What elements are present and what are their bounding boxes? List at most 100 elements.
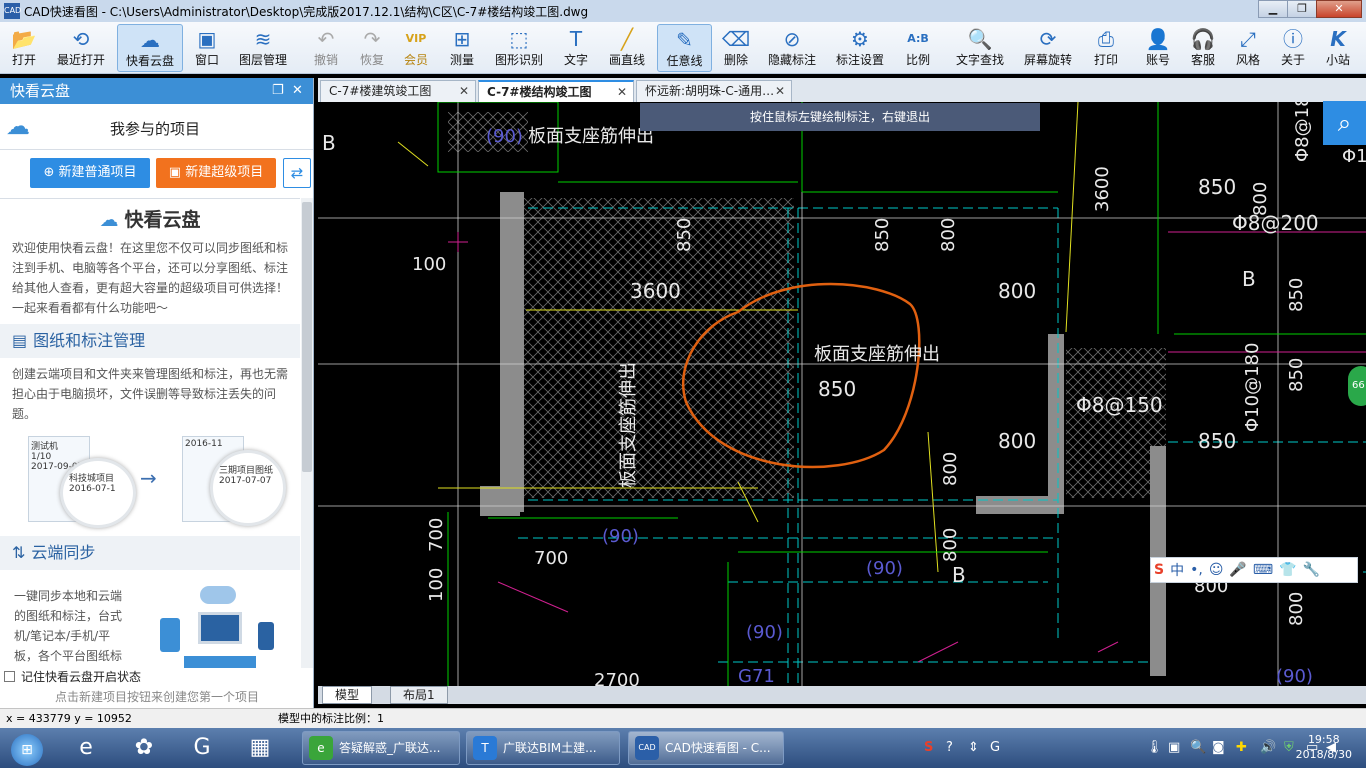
undo-button[interactable]: ↶ 撤销 <box>308 24 344 72</box>
recent-button[interactable]: ⟲ 最近打开 <box>52 24 110 72</box>
svg-text:(90): (90) <box>486 126 523 147</box>
emoji-icon[interactable]: ☺ <box>1209 562 1224 578</box>
microphone-icon[interactable]: 🎤 <box>1229 562 1246 578</box>
doc-tab-general[interactable]: 怀远新:胡明珠-C-通用… ✕ <box>636 80 792 102</box>
search-tray-icon[interactable]: 🔍 <box>1190 740 1206 755</box>
taskbar-app-bim[interactable]: T 广联达BIM土建... <box>466 731 620 765</box>
close-tab-icon[interactable]: ✕ <box>459 81 469 101</box>
svg-text:800: 800 <box>1286 592 1307 626</box>
style-button[interactable]: ⤢ 风格 <box>1230 24 1266 72</box>
close-tab-icon[interactable]: ✕ <box>617 82 627 102</box>
network-tray-icon[interactable]: ⇕ <box>968 740 979 755</box>
svg-text:850: 850 <box>1286 358 1307 392</box>
thermometer-tray-icon[interactable]: 🌡 <box>1146 740 1163 755</box>
account-button[interactable]: 👤 账号 <box>1140 24 1176 72</box>
taskbar-app-browser[interactable]: e 答疑解惑_广联达... <box>302 731 460 765</box>
window-title: CAD快速看图 - C:\Users\Administrator\Desktop… <box>24 4 589 19</box>
magnifier-right: 三期项目图纸 2017-07-07 <box>210 450 286 526</box>
punctuation-icon[interactable]: •, <box>1190 562 1203 578</box>
remember-state-checkbox[interactable]: 记住快看云盘开启状态 <box>4 668 141 685</box>
panel-scrollbar[interactable] <box>301 198 313 668</box>
freeline-button[interactable]: ✎ 任意线 <box>657 24 712 72</box>
floating-speed-badge[interactable]: 66 <box>1348 366 1366 406</box>
maximize-button[interactable]: ❐ <box>1287 0 1317 18</box>
delete-button[interactable]: ⌫ 删除 <box>718 24 754 72</box>
help-tray-icon[interactable]: ? <box>946 740 953 755</box>
scale-button[interactable]: A:B 比例 <box>900 24 936 72</box>
doc-tab-structure[interactable]: C-7#楼结构竣工图 ✕ <box>478 80 634 102</box>
mark-settings-button[interactable]: ⚙ 标注设置 <box>832 24 888 72</box>
new-super-project-button[interactable]: ▣ 新建超级项目 <box>156 158 276 188</box>
shield-tray-icon[interactable]: ⛨ <box>1284 740 1294 755</box>
welcome-text: 欢迎使用快看云盘！在这里您不仅可以同步图纸和标注到手机、电脑等各个平台，还可以分… <box>12 241 289 315</box>
search-icon[interactable]: ⌕ <box>1323 101 1366 145</box>
site-icon: K <box>1330 27 1346 51</box>
ie-icon[interactable]: e <box>60 732 112 764</box>
service-button[interactable]: 🎧 客服 <box>1185 24 1221 72</box>
drawing-hint-bar: 按住鼠标左键绘制标注，右键退出 <box>640 103 1040 131</box>
section-cloud-sync: ⇅ 云端同步 <box>0 536 300 570</box>
measure-button[interactable]: ⊞ 测量 <box>444 24 480 72</box>
layers-button[interactable]: ≋ 图层管理 <box>234 24 292 72</box>
cloud-button[interactable]: ☁ 快看云盘 <box>117 24 183 72</box>
status-bar: x = 433779 y = 10952 模型中的标注比例：1 <box>0 708 1366 728</box>
print-button[interactable]: ⎙ 打印 <box>1088 24 1124 72</box>
about-button[interactable]: ⓘ 关于 <box>1275 24 1311 72</box>
folder-icon: 📂 <box>11 27 37 51</box>
site-button[interactable]: K 小站 <box>1320 24 1356 72</box>
find-text-button[interactable]: 🔍 文字查找 <box>952 24 1008 72</box>
plus-tray-icon[interactable]: ✚ <box>1236 740 1247 755</box>
restore-panel-icon[interactable]: ❐ <box>272 78 284 104</box>
close-panel-icon[interactable]: ✕ <box>292 78 303 104</box>
cd-tray-icon[interactable]: ◙ <box>1212 740 1225 755</box>
sogou-icon[interactable]: S <box>1154 562 1164 578</box>
tab-model[interactable]: 模型 <box>322 686 373 704</box>
app-pinwheel-icon[interactable]: ✿ <box>118 732 170 764</box>
minimize-button[interactable]: ▁ <box>1258 0 1288 18</box>
app-g-icon[interactable]: G <box>176 732 228 764</box>
vip-button[interactable]: VIP 会员 <box>398 24 434 72</box>
window-button[interactable]: ▣ 窗口 <box>190 24 224 72</box>
welcome-heading: ☁ 快看云盘 <box>99 209 201 231</box>
start-button[interactable]: ⊞ <box>2 732 52 766</box>
skin-icon[interactable]: 👕 <box>1279 562 1296 578</box>
taskbar-app-cad[interactable]: CAD CAD快速看图 - C... <box>628 731 784 765</box>
clock[interactable]: 19:58 2018/8/30 <box>1296 732 1352 762</box>
redo-button[interactable]: ↷ 恢复 <box>354 24 390 72</box>
line-button[interactable]: ╱ 画直线 <box>604 24 650 72</box>
svg-text:3600: 3600 <box>630 279 681 303</box>
doc-tab-architecture[interactable]: C-7#楼建筑竣工图 ✕ <box>320 80 476 102</box>
rotate-screen-button[interactable]: ⟳ 屏幕旋转 <box>1020 24 1076 72</box>
style-icon: ⤢ <box>1240 27 1256 51</box>
rotate-screen-icon: ⟳ <box>1039 27 1057 51</box>
tab-layout1[interactable]: 布局1 <box>390 686 448 704</box>
user-icon: 👤 <box>1145 27 1171 51</box>
svg-text:(90): (90) <box>866 558 903 579</box>
drawing-canvas[interactable]: 板面支座筋伸出 850 3600 850 800 100 3600 850 Φ8… <box>318 102 1366 686</box>
speaker-tray-icon[interactable]: 🔊 <box>1260 740 1276 755</box>
calculator-icon[interactable]: ▦ <box>234 732 286 764</box>
new-normal-project-button[interactable]: ⊕ 新建普通项目 <box>30 158 150 188</box>
keyboard-icon[interactable]: ⌨ <box>1253 562 1273 578</box>
tray-app-icon[interactable]: ▣ <box>1168 740 1180 755</box>
svg-text:板面支座筋伸出: 板面支座筋伸出 <box>618 362 639 488</box>
window-controls: ▁ ❐ ✕ <box>1258 0 1362 18</box>
open-button[interactable]: 📂 打开 <box>4 24 44 72</box>
headset-icon: 🎧 <box>1190 27 1216 51</box>
main-toolbar: 📂 打开 ⟲ 最近打开 ☁ 快看云盘 ▣ 窗口 ≋ 图层管理 ↶ 撤销 ↷ 恢复 VIP 会员 … <box>0 22 1366 74</box>
text-button[interactable]: T 文字 <box>558 24 594 72</box>
g-tray-icon[interactable]: G <box>990 740 1000 755</box>
settings-icon: ⚙ <box>851 27 869 51</box>
svg-text:Φ8@200: Φ8@200 <box>1232 211 1319 235</box>
ime-lang-toggle[interactable]: 中 <box>1170 560 1184 580</box>
sync-button[interactable]: ⇄ <box>283 158 311 188</box>
scrollbar-thumb[interactable] <box>302 202 312 472</box>
svg-text:850: 850 <box>1198 429 1236 453</box>
hide-marks-button[interactable]: ⊘ 隐藏标注 <box>764 24 820 72</box>
tools-icon[interactable]: 🔧 <box>1303 562 1320 578</box>
sogou-tray-icon[interactable]: S <box>924 740 933 755</box>
shape-recognize-button[interactable]: ⬚ 图形识别 <box>490 24 548 72</box>
close-button[interactable]: ✕ <box>1316 0 1362 18</box>
svg-text:Φ8@150: Φ8@150 <box>1076 393 1163 417</box>
close-tab-icon[interactable]: ✕ <box>775 81 785 101</box>
